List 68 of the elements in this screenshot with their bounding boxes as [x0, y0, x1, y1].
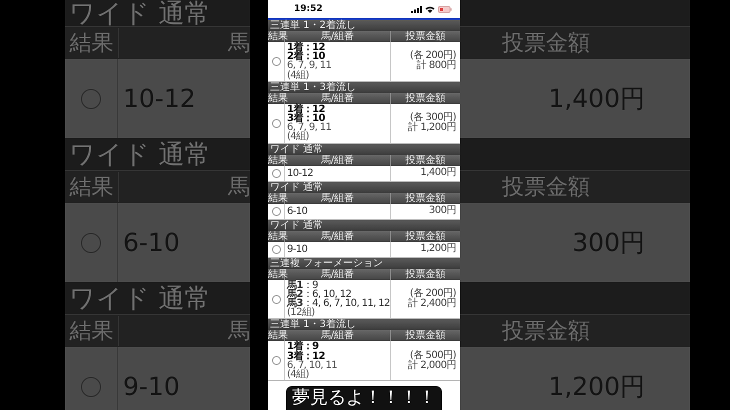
bet-line: 1着：12	[287, 43, 326, 52]
column-header: 結果	[65, 316, 119, 346]
amount-text: 計 2,000円	[408, 360, 456, 371]
radio-button[interactable]	[272, 244, 280, 254]
amount-text: 計 1,200円	[408, 123, 456, 134]
column-header: 投票金額	[501, 30, 590, 58]
radio-button[interactable]	[272, 56, 280, 66]
bet-line: 1着：9	[287, 342, 319, 352]
section-title: 三連単 1・3着流し	[270, 319, 356, 330]
caption-overlay: 夢見るよ！！！！	[286, 386, 442, 410]
bet-line: 馬3：4, 6, 7, 10, 11, 12	[287, 299, 388, 308]
bet-line: 2着：10	[287, 52, 325, 62]
column-header: 投票金額	[404, 192, 446, 204]
radio-button[interactable]	[272, 356, 280, 366]
radio-button[interactable]	[272, 294, 280, 304]
column-header: 結果	[65, 28, 119, 58]
section-title: 三連単 1・3着流し	[270, 82, 356, 93]
bet-line: (4組)	[287, 370, 310, 380]
battery-icon	[438, 6, 452, 12]
column-header: 投票金額	[404, 31, 446, 42]
bet-line: 9-10	[287, 244, 308, 254]
radio-button[interactable]	[272, 118, 280, 128]
column-header: 投票金額	[404, 330, 446, 342]
signal-icon	[411, 6, 422, 12]
column-header: 投票金額	[404, 154, 446, 166]
amount-text: 300円	[428, 206, 456, 216]
column-header: 馬	[226, 30, 250, 58]
section-title: ワイド 通常	[69, 0, 210, 30]
section-title: ワイド 通常	[69, 282, 210, 316]
column-header: 投票金額	[404, 92, 446, 104]
bet-line: (4組)	[287, 70, 310, 80]
bet-line: 3着：12	[287, 352, 326, 361]
bet-line: (12組)	[287, 308, 315, 318]
section-title: ワイド 通常	[270, 220, 324, 231]
wifi-icon	[425, 6, 435, 12]
amount-text: (各 500円)	[410, 350, 456, 361]
section-title: ワイド 通常	[270, 144, 324, 155]
column-header: 投票金額	[404, 230, 446, 242]
column-header: 結果	[65, 172, 119, 202]
bet-line: (4組)	[287, 132, 310, 142]
status-time: 19:52	[294, 4, 323, 14]
column-header: 馬	[226, 174, 250, 202]
radio-button[interactable]	[81, 88, 101, 108]
amount-text: 計 800円	[416, 61, 456, 72]
bet-line: 6, 7, 9, 11	[287, 123, 332, 132]
column-header: 投票金額	[501, 174, 590, 202]
section-title: ワイド 通常	[270, 182, 324, 193]
bet-line: 1着：12	[287, 104, 326, 114]
amount-text: 1,200円	[420, 244, 456, 254]
column-header: 投票金額	[404, 268, 446, 280]
section-title: 三連複 フォーメーション	[270, 258, 384, 269]
bet-line: 3着：10	[287, 114, 325, 124]
bet-line: 6, 7, 10, 11	[287, 360, 338, 370]
bet-line: 馬2：6, 10, 12	[287, 290, 352, 300]
bet-line: 6, 7, 9, 11	[287, 61, 332, 71]
radio-button[interactable]	[81, 376, 101, 396]
amount-text: 1,400円	[420, 168, 456, 178]
radio-button[interactable]	[272, 168, 280, 178]
column-header: 馬	[226, 318, 250, 346]
bet-line: 10-12	[287, 168, 314, 178]
column-header: 投票金額	[501, 318, 590, 346]
section-title: ワイド 通常	[69, 138, 210, 172]
radio-button[interactable]	[272, 206, 280, 216]
amount-text: 計 2,400円	[408, 299, 456, 310]
bet-line: 6-10	[287, 206, 308, 216]
section-title: 三連単 1・2着流し	[270, 20, 356, 31]
bet-line: 馬1：9	[287, 280, 318, 290]
radio-button[interactable]	[81, 232, 101, 252]
